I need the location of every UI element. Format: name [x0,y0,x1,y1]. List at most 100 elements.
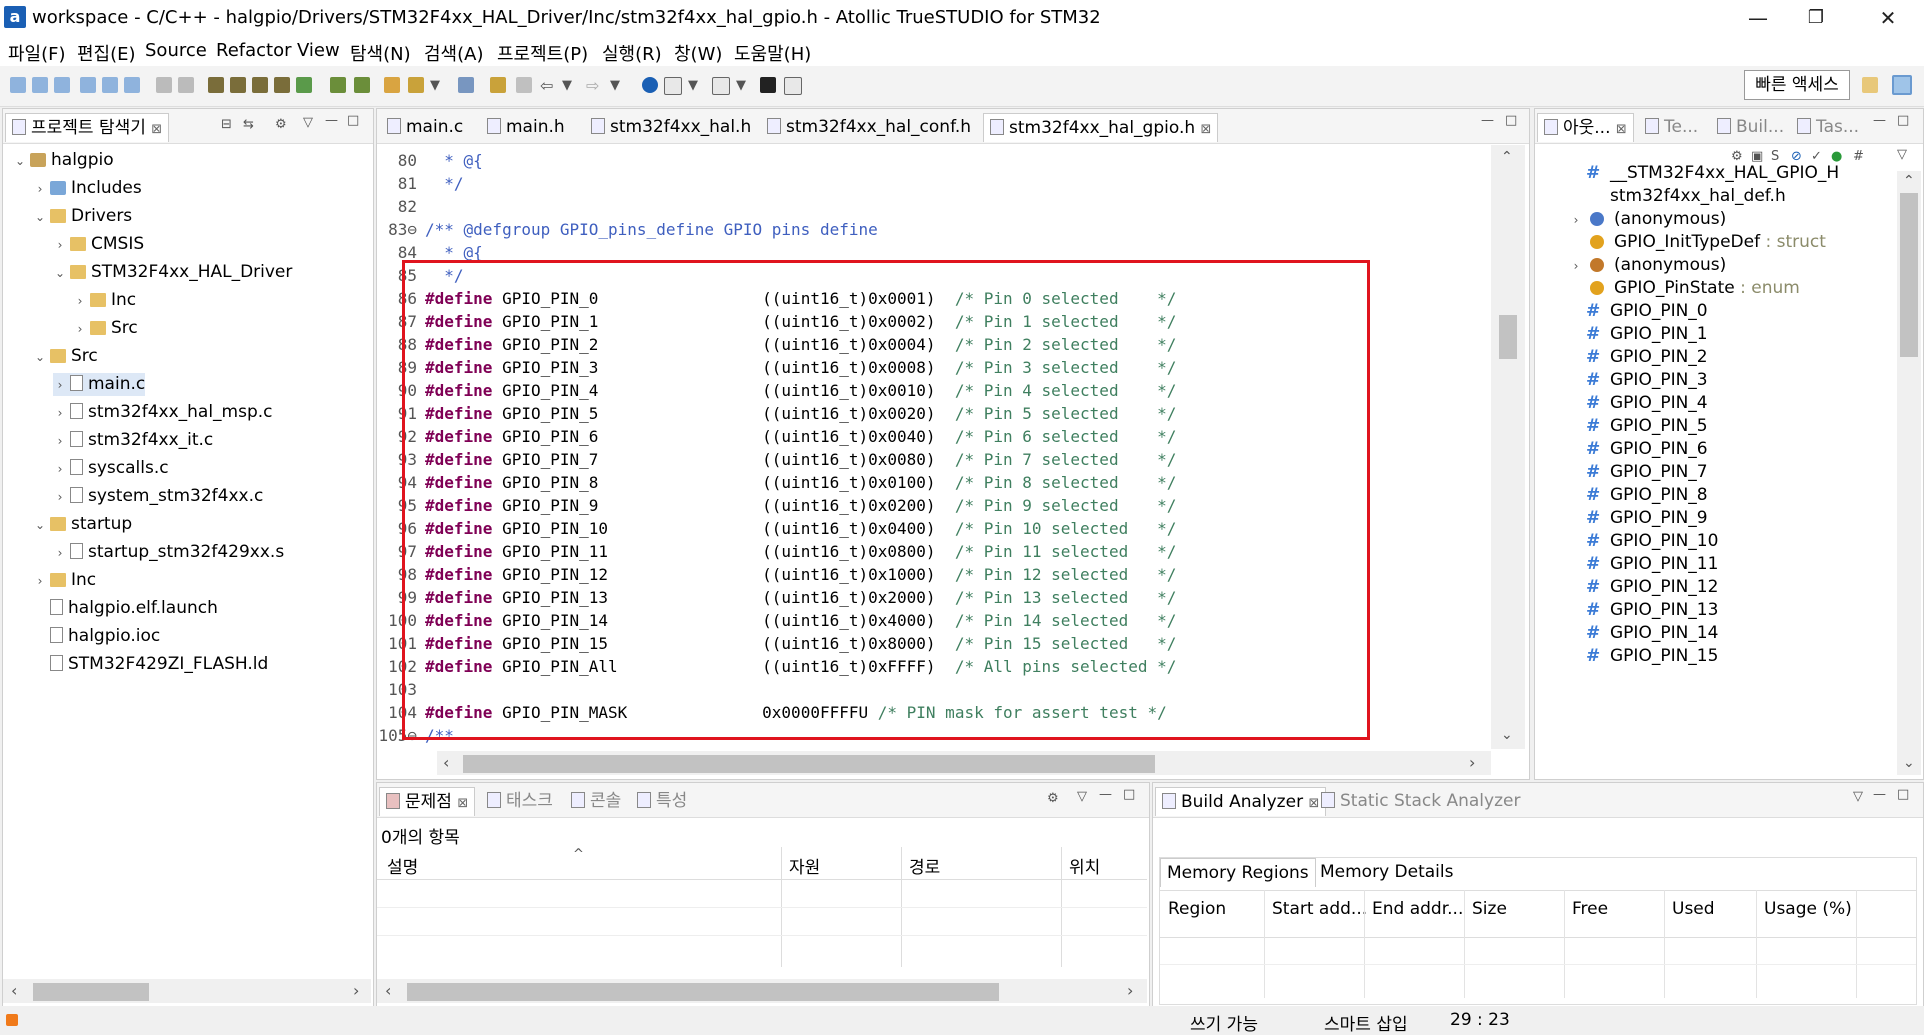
menu-project[interactable]: 프로젝트(P) [497,40,588,66]
chevron-down-icon[interactable]: ▼ [430,78,440,93]
explorer-hscroll-thumb[interactable] [33,983,149,1001]
tab-project-explorer[interactable]: 프로젝트 탐색기 ⊠ [5,113,170,142]
scroll-up-icon[interactable]: ⌃ [1903,173,1915,189]
chevron-down-icon[interactable]: ⌄ [13,150,27,173]
menu-navigate[interactable]: 탐색(N) [350,40,411,66]
tree-item[interactable]: › Inc [33,569,97,592]
tree-item[interactable]: › stm32f4xx_it.c [53,429,214,452]
chevron-right-icon[interactable]: › [73,290,87,313]
exit-icon[interactable] [784,77,802,95]
problems-hscrollbar[interactable]: ‹ › [377,979,1147,1003]
maximize-view-icon[interactable]: □ [1897,787,1909,802]
code-line[interactable]: 80 * @{ [377,149,483,172]
col-description[interactable]: 설명 [387,853,418,878]
editor-hscrollbar[interactable]: ‹ › [437,751,1491,775]
minimize-view-icon[interactable]: — [1873,787,1886,802]
window-dropdown-icon[interactable]: ▼ [688,78,698,93]
chevron-down-icon[interactable]: ⌄ [53,262,67,285]
forward-icon[interactable]: ⇨ [586,76,599,95]
col-size[interactable]: Size [1472,899,1507,919]
build-config-icon[interactable] [296,77,312,93]
minimize-view-icon[interactable]: — [1099,787,1112,802]
filter-icon[interactable]: ⚙ [1047,791,1059,806]
menu-refactor[interactable]: Refactor [216,40,292,61]
tree-item[interactable]: ⌄ Src [33,345,98,368]
tab-problems[interactable]: 문제점 ⊠ [379,787,476,816]
close-icon[interactable]: ⊠ [151,122,162,137]
maximize-view-icon[interactable]: □ [1897,113,1909,128]
group-macros-icon[interactable]: # [1853,149,1864,164]
search-icon[interactable] [490,77,506,93]
col-region[interactable]: Region [1168,899,1226,919]
menu-run[interactable]: 실행(R) [602,40,662,66]
build-all-icon[interactable] [230,77,246,93]
menu-window[interactable]: 창(W) [674,40,722,66]
save-icon[interactable] [156,77,172,93]
back-dropdown-icon[interactable]: ▼ [562,78,572,93]
run-icon[interactable] [354,77,370,93]
minimize-view-icon[interactable]: — [1873,113,1886,128]
tab-te[interactable]: Te... [1639,113,1704,141]
save-all-icon[interactable] [178,77,194,93]
back-disabled-icon[interactable] [516,77,532,93]
new-folder-icon[interactable] [102,77,118,93]
perspective-cpp-icon[interactable] [1892,75,1912,95]
tab-build-analyzer[interactable]: Build Analyzer ⊠ [1155,787,1327,816]
tree-item[interactable]: ⌄ STM32F4xx_HAL_Driver [53,261,292,284]
col-free[interactable]: Free [1572,899,1608,919]
tree-item[interactable]: ⌄ halgpio [13,149,114,172]
chevron-right-icon[interactable]: › [53,486,67,509]
chevron-down-icon[interactable]: ⌄ [33,206,47,229]
chevron-right-icon[interactable]: › [73,318,87,341]
scroll-up-icon[interactable]: ⌃ [1501,149,1513,165]
tab-console[interactable]: 콘솔 [565,787,627,815]
back-icon[interactable]: ⇦ [540,76,553,95]
code-line[interactable]: 83⊖ /** @defgroup GPIO_pins_define GPIO p… [377,218,878,241]
tree-item[interactable]: halgpio.elf.launch [33,597,218,620]
tab-stm32f4xx-hal-conf-h[interactable]: stm32f4xx_hal_conf.h [761,113,977,141]
tree-item[interactable]: › system_stm32f4xx.c [53,485,264,509]
build-icon[interactable] [208,77,224,93]
tab-outline[interactable]: 아웃... ⊠ [1537,113,1634,142]
maximize-icon[interactable] [760,77,776,93]
tab-stm32f4xx-hal-h[interactable]: stm32f4xx_hal.h [585,113,757,141]
minimize-button[interactable]: — [1730,2,1786,34]
tab-main-c[interactable]: main.c [381,113,469,141]
minimize-view-icon[interactable]: — [1481,113,1494,128]
chevron-right-icon[interactable]: › [33,178,47,201]
chevron-down-icon[interactable]: ⌄ [33,514,47,537]
quick-access-input[interactable]: 빠른 액세스 [1744,70,1850,100]
tab-stm32f4xx-hal-gpio-h[interactable]: stm32f4xx_hal_gpio.h ⊠ [983,113,1219,142]
minimize-view-icon[interactable]: — [325,113,338,128]
tree-item[interactable]: › startup_stm32f429xx.s [53,541,285,564]
chevron-down-icon[interactable]: ⌄ [33,346,47,369]
view-menu-icon[interactable]: ▽ [1897,147,1907,162]
close-icon[interactable]: ⊠ [1616,122,1627,137]
chevron-right-icon[interactable]: › [53,458,67,481]
chevron-right-icon[interactable]: › [53,234,67,257]
close-icon[interactable]: ⊠ [457,796,468,811]
new-class-icon[interactable] [80,77,96,93]
tree-item[interactable]: halgpio.ioc [33,625,160,648]
tree-item[interactable]: › stm32f4xx_hal_msp.c [53,401,273,424]
subtab-memory-regions[interactable]: Memory Regions [1160,858,1316,887]
outline-vscroll-thumb[interactable] [1900,193,1918,357]
problems-hscroll-thumb[interactable] [407,983,999,1001]
tree-item[interactable]: ⌄ startup [33,513,132,536]
maximize-view-icon[interactable]: □ [347,113,359,128]
scroll-left-icon[interactable]: ‹ [11,981,17,1000]
menu-file[interactable]: 파일(F) [8,40,66,66]
rebuild-icon[interactable] [274,77,290,93]
view-menu-icon[interactable]: ▽ [303,115,313,130]
col-path[interactable]: 경로 [909,853,940,878]
view-menu-icon[interactable]: ▽ [1853,789,1863,804]
menu-search[interactable]: 검색(A) [424,40,483,66]
subtab-memory-details[interactable]: Memory Details [1314,858,1459,886]
tree-item[interactable]: › Src [73,317,138,340]
tools-icon[interactable] [408,77,424,93]
col-resource[interactable]: 자원 [789,853,820,878]
clean-icon[interactable] [252,77,268,93]
outline-item[interactable]: # GPIO_PIN_15 [1566,642,1718,670]
editor-vscrollbar[interactable]: ⌃ ⌄ [1491,145,1525,749]
tree-item[interactable]: › main.c [53,373,146,396]
